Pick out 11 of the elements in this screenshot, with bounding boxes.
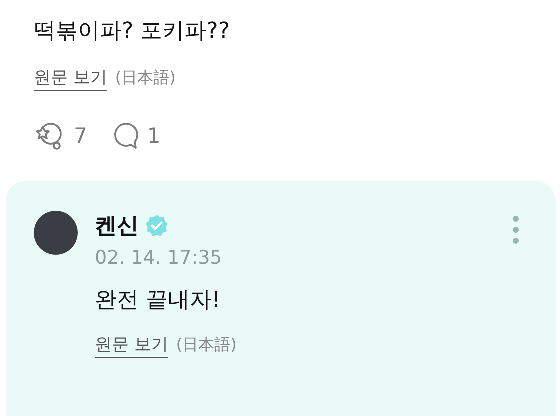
avatar bbox=[34, 211, 78, 255]
comment-count: 1 bbox=[147, 124, 161, 148]
post-text: 떡볶이파? 포키파?? bbox=[34, 18, 232, 46]
reply-text: 완전 끝내자! bbox=[95, 287, 222, 315]
post-date: 02. 14. 17:35 bbox=[95, 247, 224, 269]
view-original-link[interactable]: 원문 보기 bbox=[95, 333, 168, 358]
language-label: (日本語) bbox=[176, 335, 237, 356]
reaction-count: 7 bbox=[74, 124, 88, 148]
view-original-link[interactable]: 원문 보기 bbox=[34, 66, 108, 91]
author-name: 켄신 bbox=[95, 213, 139, 241]
language-label: (日本語) bbox=[115, 68, 176, 89]
